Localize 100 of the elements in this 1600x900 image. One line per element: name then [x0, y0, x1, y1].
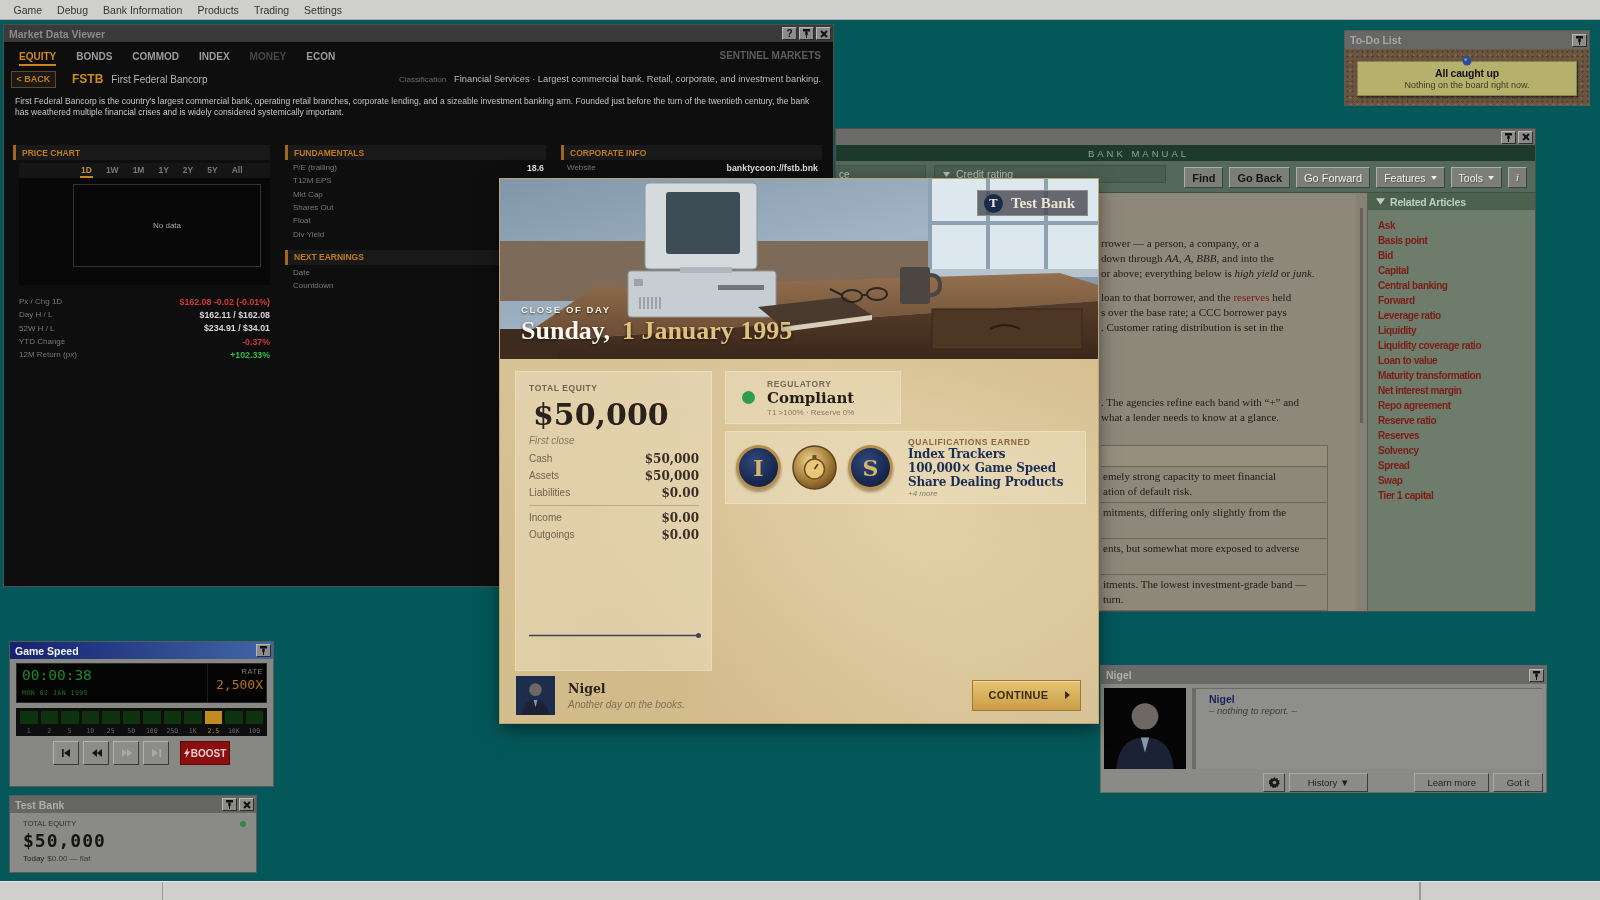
close-icon	[242, 800, 251, 809]
related-article-link[interactable]: Maturity transformation	[1378, 368, 1482, 383]
continue-button[interactable]: CONTINUE	[972, 679, 1081, 711]
range-tab[interactable]: 1M	[131, 163, 146, 178]
range-tab[interactable]: 1Y	[157, 163, 170, 178]
menu-item[interactable]: Debug	[49, 0, 96, 19]
related-article-link[interactable]: Leverage ratio	[1378, 308, 1441, 323]
toolbar-button[interactable]: Go Back	[1229, 167, 1291, 188]
pin-button[interactable]	[799, 27, 814, 40]
skip-forward-icon	[150, 748, 162, 758]
market-tab[interactable]: EQUITY	[19, 48, 57, 66]
related-article-link[interactable]: Basis point	[1378, 233, 1428, 248]
related-article-link[interactable]: Reserve ratio	[1378, 413, 1437, 428]
range-tab[interactable]: All	[230, 163, 244, 178]
gear-icon	[1268, 777, 1280, 788]
pin-icon	[803, 29, 810, 38]
related-article-link[interactable]: Reserves	[1378, 428, 1420, 443]
balance-value: $50,000	[644, 451, 699, 466]
history-menu-button[interactable]: History ▼	[1289, 773, 1368, 792]
range-tab[interactable]: 2Y	[181, 163, 195, 178]
field-value: banktycoon://fstb.bnk	[726, 162, 818, 173]
rate-value: 2,500X	[216, 677, 263, 692]
back-button[interactable]: < BACK	[11, 70, 56, 88]
article-link[interactable]: reserves	[1233, 291, 1270, 303]
pin-button[interactable]	[1572, 33, 1587, 47]
settings-button[interactable]	[1263, 773, 1285, 792]
menu-item[interactable]: Trading	[246, 0, 297, 19]
pin-button[interactable]	[1501, 130, 1516, 144]
related-article-link[interactable]: Liquidity	[1378, 323, 1417, 338]
close-button[interactable]	[1518, 130, 1533, 144]
toolbar-button[interactable]: Find	[1184, 167, 1224, 188]
menu-item[interactable]: Game	[6, 0, 50, 19]
menu-item[interactable]: Products	[189, 0, 247, 19]
related-article-link[interactable]: Swap	[1378, 473, 1403, 488]
field-value: 18.6	[526, 162, 544, 173]
regulatory-status: Compliant	[767, 388, 855, 408]
pin-icon	[226, 800, 233, 809]
range-tab[interactable]: 1W	[104, 163, 120, 178]
qualification-emblem: I	[736, 445, 781, 490]
close-button[interactable]	[816, 27, 831, 40]
coffee-mug	[900, 267, 942, 304]
pin-icon	[1576, 35, 1583, 45]
qualifications-label: QUALIFICATIONS EARNED	[908, 437, 1032, 447]
field-label: Float	[293, 216, 311, 226]
field-label: Website	[567, 163, 596, 173]
help-button[interactable]: ?	[782, 27, 797, 40]
caret-icon	[1488, 175, 1495, 180]
close-button[interactable]	[239, 798, 254, 811]
scrollbar[interactable]	[1356, 193, 1367, 611]
range-tab[interactable]: 5Y	[206, 163, 219, 178]
related-article-link[interactable]: Ask	[1378, 218, 1396, 233]
ticker-symbol: FSTB	[72, 72, 104, 86]
menu-item[interactable]: Settings	[296, 0, 350, 19]
boost-button[interactable]: BOOST	[180, 741, 230, 765]
equity-value: $50,000	[532, 400, 670, 430]
field-label: T12M EPS	[293, 176, 332, 186]
field-label: Px / Chg 1D	[19, 297, 63, 307]
related-article-link[interactable]: Forward	[1378, 293, 1415, 308]
pin-icon	[260, 646, 267, 655]
related-article-link[interactable]: Liquidity coverage ratio	[1378, 338, 1482, 353]
skip-back-button[interactable]	[53, 741, 79, 765]
note-text: Nothing on the board right now.	[1404, 80, 1530, 90]
stopwatch-emblem-icon	[792, 445, 837, 490]
caret-icon	[1430, 175, 1437, 180]
classification-text: Financial Services · Largest commercial bank. Retail, corporate, and investment banking.	[454, 74, 821, 84]
dialog-button[interactable]: Got it	[1493, 773, 1543, 792]
related-article-link[interactable]: Net interest margin	[1378, 383, 1462, 398]
related-article-link[interactable]: Solvency	[1378, 443, 1419, 458]
related-article-link[interactable]: Tier 1 capital	[1378, 488, 1434, 503]
window-title: To-Do List	[1350, 34, 1402, 46]
window-title: Nigel	[1106, 669, 1132, 681]
field-label: YTD Change	[19, 337, 66, 347]
market-tab[interactable]: COMMOD	[132, 48, 180, 66]
pin-button[interactable]	[256, 644, 271, 657]
rewind-button[interactable]	[83, 741, 109, 765]
balance-value: $50,000	[644, 468, 699, 483]
pin-button[interactable]	[222, 798, 237, 811]
related-article-link[interactable]: Capital	[1378, 263, 1409, 278]
field-value: $234.91 / $34.01	[203, 323, 270, 334]
menu-item[interactable]: Bank Information	[95, 0, 190, 19]
market-tab[interactable]: ECON	[306, 48, 336, 66]
related-article-link[interactable]: Spread	[1378, 458, 1410, 473]
close-icon	[1521, 133, 1530, 141]
caret-icon	[1376, 198, 1385, 205]
section-header: PRICE CHART	[13, 145, 270, 160]
related-article-link[interactable]: Central banking	[1378, 278, 1448, 293]
related-article-link[interactable]: Repo agreement	[1378, 398, 1451, 413]
pin-button[interactable]	[1529, 668, 1544, 682]
balance-label: Liabilities	[529, 487, 571, 498]
field-value: -0.37%	[242, 336, 270, 347]
caret-icon	[943, 171, 950, 177]
market-tab[interactable]: BONDS	[76, 48, 113, 66]
lightning-icon	[183, 748, 190, 758]
weekday-title: Sunday,	[521, 317, 610, 345]
dialog-button[interactable]: Learn more	[1414, 773, 1489, 792]
related-article-link[interactable]: Loan to value	[1378, 353, 1438, 368]
related-article-link[interactable]: Bid	[1378, 248, 1393, 263]
market-tab[interactable]: INDEX	[199, 48, 230, 66]
flow-value: $0.00	[661, 510, 699, 525]
scrollbar-thumb[interactable]	[1360, 208, 1363, 423]
